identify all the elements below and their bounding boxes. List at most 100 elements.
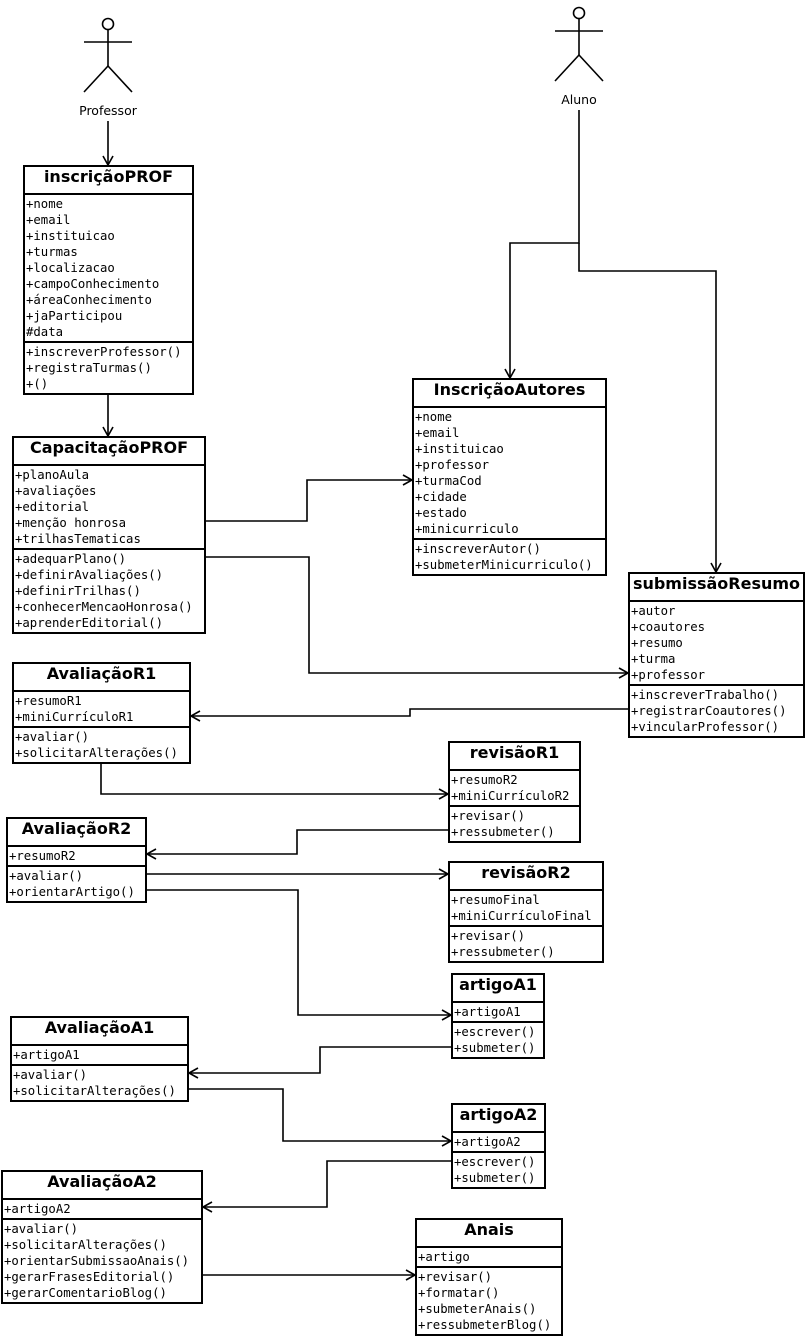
actor-label: Aluno — [561, 92, 597, 107]
attribute: +menção honrosa — [15, 516, 127, 530]
class-methods: +revisar() +ressubmeter() — [450, 805, 579, 841]
attribute: +campoConhecimento — [26, 277, 160, 291]
class-attributes: +nome +email +instituicao +professor +turmaC… — [414, 408, 605, 538]
method: +submeter() — [454, 1041, 536, 1055]
class-avaliacaoA2[interactable]: AvaliaçãoA2 +artigoA2 +avaliar() +solicitar… — [1, 1170, 203, 1304]
class-attributes: +resumoFinal +miniCurrículoFinal — [450, 891, 602, 925]
class-methods: +adequarPlano() +definirAvaliações() +defi… — [14, 548, 204, 632]
attribute: +resumoR1 — [15, 694, 82, 708]
attribute: +miniCurrículoR2 — [451, 789, 570, 803]
class-methods: +avaliar() +solicitarAlterações() +orienta… — [3, 1218, 201, 1302]
actor-professor-icon — [83, 17, 133, 93]
class-attributes: +resumoR1 +miniCurrículoR1 — [14, 692, 189, 726]
class-methods: +escrever() +submeter() — [453, 1021, 543, 1057]
class-attributes: +artigo — [417, 1248, 561, 1266]
attribute: +cidade — [415, 490, 467, 504]
association-capacitacaoProf-to-inscricaoAutores — [206, 474, 414, 522]
attribute: +trilhasTematicas — [15, 532, 141, 546]
method: +registrarCoautores() — [631, 704, 787, 718]
method: +revisar() — [451, 929, 526, 943]
method: +inscreverProfessor() — [26, 345, 182, 359]
actor-professor: Professor — [58, 103, 158, 118]
class-name: artigoA1 — [453, 975, 543, 1003]
attribute: +resumoR2 — [9, 849, 76, 863]
class-artigoA1[interactable]: artigoA1 +artigoA1 +escrever() +submeter() — [451, 973, 545, 1059]
class-name: Anais — [417, 1220, 561, 1248]
class-name: inscriçãoPROF — [25, 167, 192, 195]
class-name: CapacitaçãoPROF — [14, 438, 204, 466]
method: +submeterMinicurriculo() — [415, 558, 593, 572]
class-attributes: +artigoA2 — [3, 1200, 201, 1218]
class-methods: +inscreverTrabalho() +registrarCoautores(… — [630, 684, 803, 736]
class-inscricaoProf[interactable]: inscriçãoPROF +nome +email +instituicao +tur… — [23, 165, 194, 395]
method: +avaliar() — [13, 1068, 88, 1082]
method: +submeterAnais() — [418, 1302, 537, 1316]
class-submissaoResumo[interactable]: submissãoResumo +autor +coautores +resumo +t… — [628, 572, 805, 738]
attribute: +email — [415, 426, 460, 440]
class-methods: +revisar() +formatar() +submeterAnais() +re… — [417, 1266, 561, 1334]
method: +aprenderEditorial() — [15, 616, 164, 630]
class-anais[interactable]: Anais +artigo +revisar() +formatar() +submet… — [415, 1218, 563, 1336]
attribute: +artigoA2 — [4, 1202, 71, 1216]
class-methods: +avaliar() +orientarArtigo() — [8, 865, 145, 901]
method: +gerarFrasesEditorial() — [4, 1270, 175, 1284]
class-revisaoR2[interactable]: revisãoR2 +resumoFinal +miniCurrículoFinal… — [448, 861, 604, 963]
method: +gerarComentarioBlog() — [4, 1286, 167, 1300]
class-revisaoR1[interactable]: revisãoR1 +resumoR2 +miniCurrículoR2 +revis… — [448, 741, 581, 843]
attribute: +localizacao — [26, 261, 115, 275]
method: +orientarSubmissaoAnais() — [4, 1254, 190, 1268]
class-attributes: +nome +email +instituicao +turmas +localizac… — [25, 195, 192, 341]
class-name: AvaliaçãoA2 — [3, 1172, 201, 1200]
class-capacitacaoProf[interactable]: CapacitaçãoPROF +planoAula +avaliações +edi… — [12, 436, 206, 634]
association-avaliacaoR2-to-artigoA1 — [147, 889, 453, 1021]
attribute: +instituicao — [26, 229, 115, 243]
attribute: +áreaConhecimento — [26, 293, 152, 307]
class-name: artigoA2 — [453, 1105, 544, 1133]
method: +conhecerMencaoHonrosa() — [15, 600, 193, 614]
actor-aluno-icon — [554, 6, 604, 82]
method: +revisar() — [418, 1270, 493, 1284]
class-attributes: +resumoR2 +miniCurrículoR2 — [450, 771, 579, 805]
attribute: +turma — [631, 652, 676, 666]
class-name: submissãoResumo — [630, 574, 803, 602]
method: +definirAvaliações() — [15, 568, 164, 582]
attribute: +minicurriculo — [415, 522, 519, 536]
method: +registraTurmas() — [26, 361, 152, 375]
class-name: AvaliaçãoR1 — [14, 664, 189, 692]
method: +vincularProfessor() — [631, 720, 780, 734]
class-methods: +inscreverProfessor() +registraTurmas() +(… — [25, 341, 192, 393]
method: +escrever() — [454, 1025, 536, 1039]
attribute: +email — [26, 213, 71, 227]
class-name: revisãoR2 — [450, 863, 602, 891]
class-name: revisãoR1 — [450, 743, 579, 771]
class-methods: +inscreverAutor() +submeterMinicurriculo(… — [414, 538, 605, 574]
attribute: +nome — [415, 410, 453, 424]
class-avaliacaoR2[interactable]: AvaliaçãoR2 +resumoR2 +avaliar() +orientarA… — [6, 817, 147, 903]
association-artigoA1-to-avaliacaoA1 — [187, 1046, 451, 1079]
method: +ressubmeter() — [451, 825, 555, 839]
class-artigoA2[interactable]: artigoA2 +artigoA2 +escrever() +submeter() — [451, 1103, 546, 1189]
attribute: +nome — [26, 197, 64, 211]
class-attributes: +autor +coautores +resumo +turma +professor — [630, 602, 803, 684]
attribute: +artigoA2 — [454, 1135, 521, 1149]
association-artigoA2-to-avaliacaoA2 — [201, 1160, 451, 1213]
class-methods: +escrever() +submeter() — [453, 1151, 544, 1187]
method: +revisar() — [451, 809, 526, 823]
class-name: InscriçãoAutores — [414, 380, 605, 408]
class-methods: +avaliar() +solicitarAlterações() — [12, 1064, 187, 1100]
attribute: +miniCurrículoFinal — [451, 909, 592, 923]
attribute: +professor — [415, 458, 490, 472]
class-inscricaoAutores[interactable]: InscriçãoAutores +nome +email +instituicao +… — [412, 378, 607, 576]
class-attributes: +artigoA2 — [453, 1133, 544, 1151]
attribute: +miniCurrículoR1 — [15, 710, 134, 724]
class-avaliacaoA1[interactable]: AvaliaçãoA1 +artigoA1 +avaliar() +solicitar… — [10, 1016, 189, 1102]
method: +submeter() — [454, 1171, 536, 1185]
attribute: +resumo — [631, 636, 683, 650]
association-avaliacaoA1-to-artigoA2 — [189, 1088, 453, 1147]
actor-label: Professor — [79, 103, 137, 118]
method: +ressubmeterBlog() — [418, 1318, 552, 1332]
class-avaliacaoR1[interactable]: AvaliaçãoR1 +resumoR1 +miniCurrículoR1 +ava… — [12, 662, 191, 764]
method: +avaliar() — [4, 1222, 79, 1236]
attribute: +artigo — [418, 1250, 470, 1264]
class-methods: +avaliar() +solicitarAlterações() — [14, 726, 189, 762]
